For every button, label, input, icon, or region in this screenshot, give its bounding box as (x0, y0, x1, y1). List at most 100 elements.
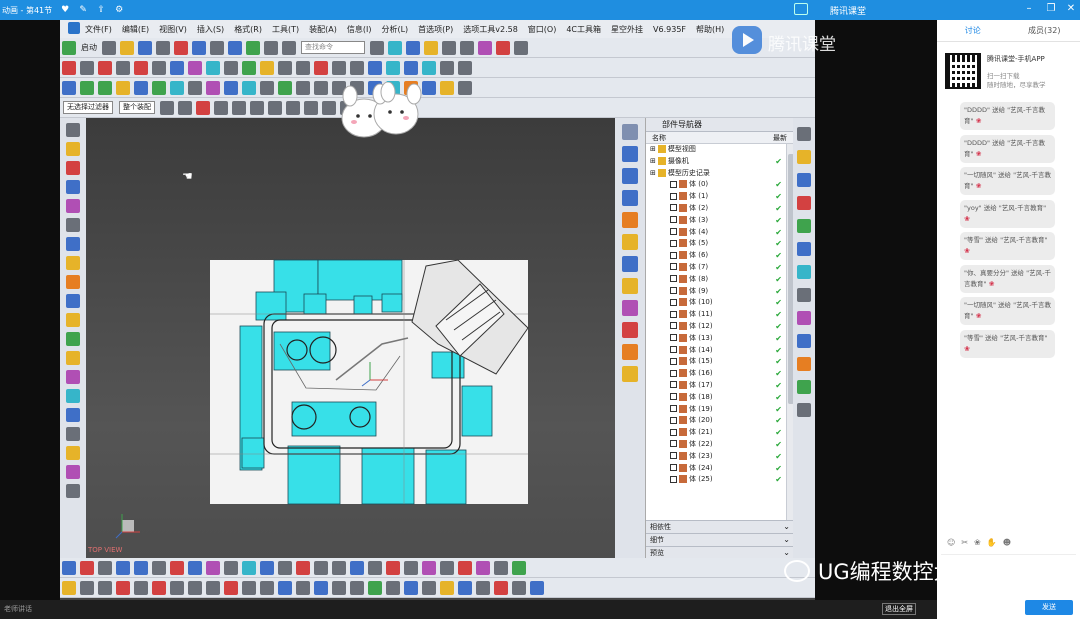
history-icon[interactable] (622, 256, 638, 272)
thumbnail-icon[interactable] (797, 380, 811, 394)
menu-4c-toolbox[interactable]: 4C工具箱 (566, 24, 601, 35)
save-as-icon[interactable] (156, 40, 170, 55)
body-node[interactable]: 体 (18) ✔ (646, 392, 786, 404)
color-palette-icon[interactable] (66, 370, 80, 384)
visibility-checkbox[interactable] (670, 263, 677, 271)
snap-quadrant-icon[interactable] (250, 100, 264, 115)
start-button[interactable]: 启动 (81, 42, 97, 53)
visibility-checkbox[interactable] (670, 287, 677, 295)
spline-icon[interactable] (134, 60, 148, 75)
pipes-icon[interactable] (66, 294, 80, 308)
ball-icon[interactable] (66, 389, 80, 403)
edit-icon[interactable]: ✎ (78, 5, 88, 15)
arc-icon[interactable] (98, 60, 112, 75)
move-icon[interactable] (278, 80, 292, 95)
brick-icon[interactable] (66, 313, 80, 327)
expand-icon[interactable]: ⊞ (650, 145, 656, 153)
gear-tool-icon[interactable] (66, 256, 80, 270)
settings-icon[interactable] (797, 127, 811, 141)
arrow-right-icon[interactable] (134, 560, 148, 575)
column-latest[interactable]: 最新 (773, 132, 787, 143)
fillet-curve-icon[interactable] (314, 60, 328, 75)
dependencies-section[interactable]: 相依性 ⌄ (646, 520, 794, 533)
body-node[interactable]: 体 (11) ✔ (646, 309, 786, 321)
tool-f-icon[interactable] (206, 560, 220, 575)
select-tool-icon[interactable] (66, 123, 80, 137)
part-icon[interactable] (66, 142, 80, 156)
pattern-icon[interactable] (296, 80, 310, 95)
visibility-checkbox[interactable] (670, 428, 677, 436)
csys-icon[interactable] (440, 80, 454, 95)
menu-info[interactable]: 信息(I) (347, 24, 372, 35)
datum-icon[interactable] (458, 80, 472, 95)
globe-icon[interactable] (797, 242, 811, 256)
body-node[interactable]: 体 (17) ✔ (646, 380, 786, 392)
draw-d-icon[interactable] (116, 580, 130, 595)
replace-face-icon[interactable] (458, 60, 472, 75)
body-node[interactable]: 体 (8) ✔ (646, 274, 786, 286)
save-icon[interactable] (138, 40, 152, 55)
exit-fullscreen-button[interactable]: 退出全屏 (882, 603, 916, 615)
mirror-icon[interactable] (314, 80, 328, 95)
cloud-icon[interactable] (66, 427, 80, 441)
block-icon[interactable] (66, 180, 80, 194)
body-node[interactable]: 体 (9) ✔ (646, 286, 786, 298)
body-node[interactable]: 体 (12) ✔ (646, 321, 786, 333)
draw-i-icon[interactable] (242, 580, 256, 595)
model-views-node[interactable]: ⊞ 模型视图 (646, 144, 786, 156)
expand-icon[interactable]: ⊞ (650, 157, 656, 165)
open-folder-icon[interactable] (120, 40, 134, 55)
lock-icon[interactable] (66, 446, 80, 460)
join-icon[interactable] (332, 60, 346, 75)
copy-icon[interactable] (264, 40, 278, 55)
offset-curve-icon[interactable] (170, 60, 184, 75)
palette-icon[interactable] (797, 311, 811, 325)
menu-file[interactable]: 文件(F) (85, 24, 112, 35)
trim-icon[interactable] (278, 60, 292, 75)
details-section[interactable]: 细节 ⌄ (646, 533, 794, 546)
draw-h-icon[interactable] (206, 580, 220, 595)
grid-icon[interactable] (460, 40, 474, 55)
process-studio-icon[interactable] (622, 300, 638, 316)
expand-icon[interactable]: ⊞ (650, 169, 656, 177)
body-node[interactable]: 体 (0) ✔ (646, 179, 786, 191)
visibility-checkbox[interactable] (670, 310, 677, 318)
snap-center-icon[interactable] (232, 100, 246, 115)
face-icon[interactable] (386, 60, 400, 75)
shield-icon[interactable] (66, 161, 80, 175)
draw-rect-icon[interactable] (224, 580, 238, 595)
revolve-icon[interactable] (98, 80, 112, 95)
draw-v-icon[interactable] (494, 580, 508, 595)
draw-plus-icon[interactable] (260, 580, 274, 595)
tool-t-icon[interactable] (458, 560, 472, 575)
wrench-icon[interactable] (66, 484, 80, 498)
constraint-navigator-icon[interactable] (622, 146, 638, 162)
cut-icon[interactable] (174, 40, 188, 55)
tab-discuss[interactable]: 讨论 (937, 20, 1009, 41)
extrude-icon[interactable] (80, 80, 94, 95)
menu-view[interactable]: 视图(V) (159, 24, 187, 35)
visibility-checkbox[interactable] (670, 369, 677, 377)
draw-q-icon[interactable] (404, 580, 418, 595)
body-node[interactable]: 体 (24) ✔ (646, 463, 786, 475)
cylinder-icon[interactable] (66, 218, 80, 232)
minimize-icon[interactable]: – (1022, 2, 1036, 16)
tool-q-icon[interactable] (404, 560, 418, 575)
snap-on-curve-icon[interactable] (304, 100, 318, 115)
menu-preferences[interactable]: 首选项(P) (418, 24, 453, 35)
draw-r-icon[interactable] (422, 580, 436, 595)
scale-icon[interactable] (797, 173, 811, 187)
intersect-curve-icon[interactable] (206, 60, 220, 75)
tool-p-icon[interactable] (386, 560, 400, 575)
body-node[interactable]: 体 (25) ✔ (646, 474, 786, 486)
chart-icon[interactable] (797, 219, 811, 233)
stats-icon[interactable] (797, 334, 811, 348)
draw-u-icon[interactable] (476, 580, 490, 595)
measure-icon[interactable] (496, 40, 510, 55)
deselect-icon[interactable] (178, 100, 192, 115)
tool-d-icon[interactable] (170, 560, 184, 575)
tool-e-icon[interactable] (188, 560, 202, 575)
draw-n-icon[interactable] (350, 580, 364, 595)
window-icon[interactable] (228, 40, 242, 55)
pocket-icon[interactable] (170, 80, 184, 95)
